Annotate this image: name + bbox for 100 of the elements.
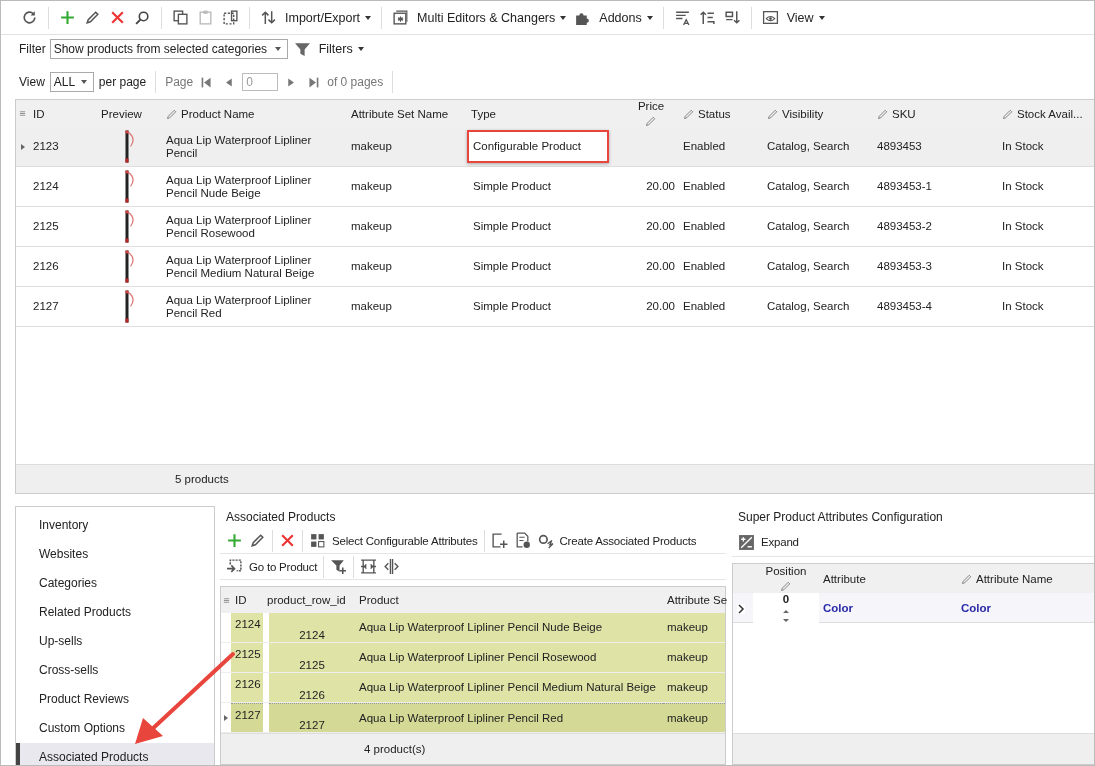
- delete-icon[interactable]: [279, 532, 296, 549]
- row-pointer-icon: [223, 713, 229, 722]
- filter-add-icon[interactable]: [330, 558, 348, 575]
- add-icon[interactable]: [226, 532, 243, 549]
- sidebar-item[interactable]: Associated Products: [16, 743, 214, 765]
- table-cell: Aqua Lip Waterproof Lipliner Pencil Rosewood: [355, 643, 663, 672]
- table-cell: 2124: [269, 613, 355, 642]
- refresh-icon[interactable]: [21, 9, 38, 26]
- sort-up-icon[interactable]: [698, 9, 716, 26]
- sidebar-item[interactable]: Product Reviews: [16, 685, 214, 714]
- per-page-dropdown[interactable]: ALL: [49, 72, 94, 92]
- product-count: 4 product(s): [364, 743, 426, 755]
- column-header[interactable]: ID: [33, 107, 45, 120]
- filter-dropdown[interactable]: Show products from selected categories: [49, 39, 288, 59]
- pencil-icon[interactable]: [249, 532, 266, 549]
- product-row[interactable]: 2123 Aqua Lip Waterproof Lipliner Pencil makeup Configurable Product Enabled Catalog, Search 4893453 In Stock: [16, 127, 1094, 167]
- pencil-icon[interactable]: [84, 9, 101, 26]
- table-cell-text: In Stock: [1001, 300, 1045, 313]
- table-cell-text: Simple Product: [472, 219, 552, 234]
- table-cell-text: 2125: [32, 220, 60, 233]
- addons-menu[interactable]: Addons: [597, 10, 655, 25]
- column-header[interactable]: Stock Avail...: [1017, 107, 1083, 120]
- column-header[interactable]: product_row_id: [263, 594, 355, 606]
- table-cell-text: Aqua Lip Waterproof Lipliner Pencil Rosewood: [165, 213, 313, 240]
- column-header[interactable]: Product: [355, 594, 663, 606]
- product-row[interactable]: 2125 Aqua Lip Waterproof Lipliner Pencil Rosewood makeup Simple Product 20.00 Enabled Catalog, Search 4893453-2 In Stock: [16, 207, 1094, 247]
- associated-row[interactable]: 2126 2126 Aqua Lip Waterproof Lipliner Pencil Medium Natural Beige makeup: [221, 673, 725, 703]
- sidebar-item[interactable]: Up-sells: [16, 627, 214, 656]
- table-cell-text: 20.00: [645, 300, 676, 313]
- table-cell-text: Color: [960, 602, 993, 615]
- column-header[interactable]: Position: [765, 565, 807, 577]
- grid-icon[interactable]: [309, 532, 326, 549]
- column-header[interactable]: Attribute Set Name: [351, 107, 449, 120]
- import-export-menu[interactable]: Import/Export: [283, 10, 374, 25]
- associated-row[interactable]: 2127 2127 Aqua Lip Waterproof Lipliner Pencil Red makeup: [221, 703, 725, 733]
- last-page-icon[interactable]: [307, 75, 321, 89]
- table-cell-text: In Stock: [1001, 260, 1045, 273]
- column-header[interactable]: Preview: [101, 107, 142, 120]
- associated-row[interactable]: 2125 2125 Aqua Lip Waterproof Lipliner Pencil Rosewood makeup: [221, 643, 725, 673]
- position-field[interactable]: 0: [782, 593, 790, 606]
- table-cell: makeup: [663, 673, 725, 702]
- column-fit-icon[interactable]: [360, 558, 378, 575]
- sidebar-item[interactable]: Inventory: [16, 511, 214, 540]
- column-header[interactable]: Attribute Name: [976, 572, 1053, 585]
- add-frame-icon[interactable]: [490, 532, 508, 549]
- table-cell-text: Simple Product: [472, 299, 552, 314]
- sidebar-item[interactable]: Cross-sells: [16, 656, 214, 685]
- view-menu[interactable]: View: [784, 10, 827, 25]
- table-cell-text: 2127: [32, 300, 60, 313]
- sidebar-item[interactable]: Websites: [16, 540, 214, 569]
- table-cell-text: Aqua Lip Waterproof Lipliner Pencil Red: [165, 293, 313, 320]
- go-to-icon[interactable]: [226, 558, 243, 575]
- filters-menu[interactable]: Filters: [316, 42, 366, 56]
- split-columns-icon[interactable]: [383, 558, 401, 575]
- table-cell-text: In Stock: [1001, 180, 1045, 193]
- multi-editors-menu[interactable]: Multi Editors & Changers: [415, 10, 569, 25]
- column-header[interactable]: Type: [471, 107, 496, 120]
- column-menu-icon[interactable]: [222, 596, 230, 604]
- table-cell: 2127: [269, 703, 355, 732]
- column-header[interactable]: Product Name: [181, 107, 255, 120]
- column-menu-icon[interactable]: [19, 110, 26, 117]
- column-header[interactable]: Visibility: [782, 107, 824, 120]
- eye-icon[interactable]: [761, 9, 779, 26]
- stacked-windows-icon[interactable]: [392, 9, 410, 26]
- expand-icon[interactable]: [738, 533, 755, 551]
- sidebar-item[interactable]: Related Products: [16, 598, 214, 627]
- clipboard-icon[interactable]: [197, 9, 214, 26]
- go-to-product-button[interactable]: Go to Product: [247, 560, 320, 573]
- column-header[interactable]: ID: [231, 594, 263, 606]
- table-cell: Aqua Lip Waterproof Lipliner Pencil Medium Natural Beige: [355, 673, 663, 702]
- up-down-arrows-icon[interactable]: [260, 9, 277, 26]
- chevron-icon[interactable]: [737, 603, 745, 614]
- sidebar-item[interactable]: Custom Options: [16, 714, 214, 743]
- associated-row[interactable]: 2124 2124 Aqua Lip Waterproof Lipliner Pencil Nude Beige makeup: [221, 613, 725, 643]
- column-header[interactable]: Status: [698, 107, 731, 120]
- create-products-button[interactable]: Create Associated Products: [557, 534, 699, 547]
- expand-button[interactable]: Expand: [759, 536, 801, 548]
- product-row[interactable]: 2127 Aqua Lip Waterproof Lipliner Pencil Red makeup Simple Product 20.00 Enabled Catalog, Search 4893453-4 In Stock: [16, 287, 1094, 327]
- frame-icon[interactable]: [222, 9, 239, 26]
- column-header[interactable]: SKU: [892, 107, 916, 120]
- column-header[interactable]: Attribute: [823, 572, 866, 585]
- table-cell: 2125: [231, 643, 263, 672]
- table-cell-text: 4893453-4: [876, 300, 933, 313]
- column-header[interactable]: Price: [637, 100, 665, 112]
- sort-icon[interactable]: [673, 9, 691, 26]
- search-icon[interactable]: [134, 9, 151, 26]
- add-icon[interactable]: [59, 9, 76, 26]
- select-attributes-button[interactable]: Select Configurable Attributes: [330, 534, 480, 547]
- funnel-icon[interactable]: [293, 40, 311, 58]
- view-label: View: [19, 75, 45, 89]
- first-page-icon[interactable]: [200, 75, 214, 89]
- copy-icon[interactable]: [172, 9, 189, 26]
- column-header[interactable]: Attribute Se: [663, 594, 725, 606]
- product-row[interactable]: 2126 Aqua Lip Waterproof Lipliner Pencil Medium Natural Beige makeup Simple Product 20.00 Enabled Catalog, Search 4893453-3 In Stock: [16, 247, 1094, 287]
- sidebar-item[interactable]: Categories: [16, 569, 214, 598]
- table-cell-text: 20.00: [645, 220, 676, 233]
- spinner-icon[interactable]: [782, 608, 790, 624]
- delete-icon[interactable]: [109, 9, 126, 26]
- sort-down-icon[interactable]: [723, 9, 741, 26]
- product-row[interactable]: 2124 Aqua Lip Waterproof Lipliner Pencil Nude Beige makeup Simple Product 20.00 Enabled Catalog, Search 4893453-1 In Stock: [16, 167, 1094, 207]
